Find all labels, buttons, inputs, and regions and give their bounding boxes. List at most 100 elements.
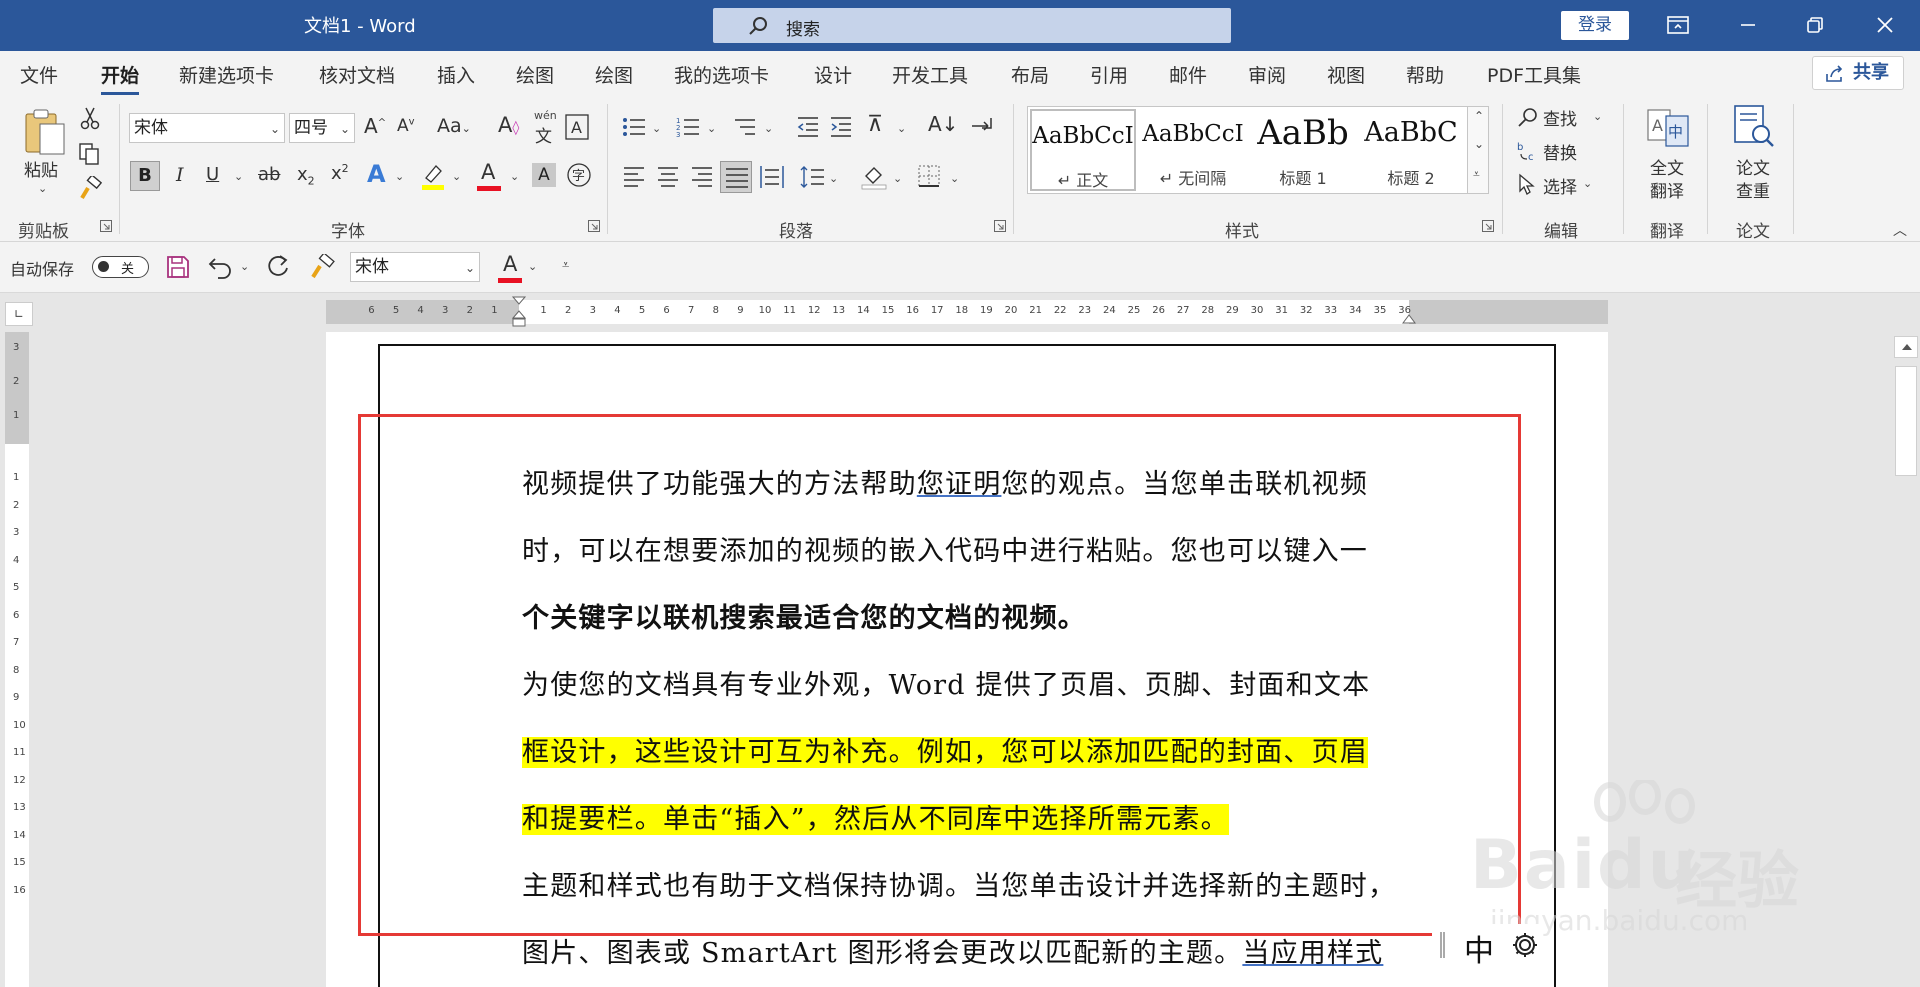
login-button[interactable]: 登录	[1561, 11, 1629, 40]
scroll-thumb[interactable]	[1895, 366, 1917, 476]
right-indent-marker-icon[interactable]	[1402, 312, 1416, 324]
tab-insert[interactable]: 插入	[437, 61, 475, 88]
document-line-8[interactable]: 图片、图表或 SmartArt 图形将会更改以匹配新的主题。当应用样式	[522, 931, 1422, 970]
restore-button[interactable]	[1800, 10, 1830, 40]
vertical-ruler[interactable]: 3 2 1 1 2 3 4 5 6 7 8 9 10 11 12 13 14 15 16	[5, 332, 29, 987]
chinese-layout-dropdown-icon[interactable]: ⌄	[897, 122, 906, 135]
font-name-select[interactable]: 宋体 ⌄	[129, 113, 285, 143]
tab-help[interactable]: 帮助	[1406, 61, 1444, 88]
character-shading-icon[interactable]: A	[532, 163, 556, 187]
ime-mode-toggle[interactable]: 中	[1464, 926, 1494, 970]
bullets-dropdown-icon[interactable]: ⌄	[652, 122, 661, 135]
select-cursor-icon[interactable]	[1517, 173, 1537, 195]
underline-button[interactable]: U	[206, 164, 219, 185]
styles-more-icon[interactable]: ⩡	[1473, 167, 1480, 182]
tab-draw-2[interactable]: 绘图	[595, 61, 633, 88]
text-effects-dropdown-icon[interactable]: ⌄	[395, 170, 404, 183]
style-heading-1[interactable]: AaBb 标题 1	[1250, 109, 1356, 191]
increase-font-size-icon[interactable]: A^	[364, 114, 386, 138]
borders-dropdown-icon[interactable]: ⌄	[950, 172, 959, 185]
undo-icon[interactable]	[208, 255, 234, 279]
format-painter-qat-icon[interactable]	[309, 254, 335, 280]
tab-selector[interactable]: ∟	[5, 302, 33, 326]
customize-qat-icon[interactable]: ⩡	[562, 258, 569, 273]
underline-dropdown-icon[interactable]: ⌄	[234, 170, 243, 183]
tab-file[interactable]: 文件	[20, 61, 58, 88]
line-spacing-dropdown-icon[interactable]: ⌄	[829, 172, 838, 185]
indent-markers-icon[interactable]	[512, 296, 526, 328]
paste-dropdown-chevron-icon[interactable]: ⌄	[38, 182, 47, 195]
gear-icon[interactable]	[1510, 930, 1540, 960]
search-box[interactable]: 搜索	[713, 8, 1231, 43]
tab-my-tab[interactable]: 我的选项卡	[674, 61, 769, 88]
chinese-layout-icon[interactable]: ⊼	[867, 112, 883, 137]
style-normal[interactable]: AaBbCcI ↵ 正文	[1030, 109, 1136, 191]
increase-indent-icon[interactable]	[829, 116, 853, 138]
text-effects-icon[interactable]: A	[367, 160, 386, 188]
align-right-icon[interactable]	[690, 166, 714, 188]
numbering-dropdown-icon[interactable]: ⌄	[707, 122, 716, 135]
select-label[interactable]: 选择	[1543, 173, 1577, 198]
italic-button[interactable]: I	[176, 164, 184, 186]
autosave-toggle[interactable]: 关	[92, 256, 149, 278]
borders-icon[interactable]	[917, 164, 941, 188]
redo-icon[interactable]	[265, 254, 291, 280]
close-button[interactable]	[1870, 10, 1900, 40]
save-icon[interactable]	[166, 255, 190, 279]
styles-scroll-down-icon[interactable]: ⌄	[1474, 137, 1484, 151]
qat-font-color-button[interactable]: A	[498, 252, 522, 284]
ribbon-display-options-button[interactable]	[1663, 10, 1693, 40]
font-size-select[interactable]: 四号 ⌄	[289, 113, 355, 143]
vertical-scrollbar[interactable]	[1892, 332, 1920, 987]
translate-icon[interactable]: A中	[1646, 106, 1690, 150]
clear-formatting-icon[interactable]: A◊	[498, 113, 519, 137]
font-launcher-icon[interactable]	[588, 220, 600, 232]
format-painter-icon[interactable]	[78, 176, 102, 200]
copy-icon[interactable]	[78, 142, 100, 166]
tab-pdf-tools[interactable]: PDF工具集	[1487, 61, 1581, 88]
align-center-icon[interactable]	[656, 166, 680, 188]
justify-button[interactable]	[720, 161, 752, 193]
line-spacing-icon[interactable]	[799, 165, 825, 189]
align-left-icon[interactable]	[622, 166, 646, 188]
highlight-dropdown-icon[interactable]: ⌄	[452, 170, 461, 183]
tab-new-tab[interactable]: 新建选项卡	[179, 61, 274, 88]
tab-check-document[interactable]: 核对文档	[319, 61, 395, 88]
tab-layout[interactable]: 布局	[1011, 61, 1049, 88]
style-no-spacing[interactable]: AaBbCcI ↵ 无间隔	[1140, 109, 1246, 191]
tab-mailings[interactable]: 邮件	[1169, 61, 1207, 88]
minimize-button[interactable]	[1733, 10, 1763, 40]
tab-references[interactable]: 引用	[1090, 61, 1128, 88]
font-color-dropdown-icon[interactable]: ⌄	[510, 170, 519, 183]
tab-draw-1[interactable]: 绘图	[516, 61, 554, 88]
tab-home[interactable]: 开始	[101, 61, 140, 95]
bold-button[interactable]: B	[130, 161, 160, 191]
find-dropdown-icon[interactable]: ⌄	[1593, 110, 1602, 123]
share-button[interactable]: 共享	[1812, 56, 1904, 90]
character-border-icon[interactable]: A	[565, 114, 589, 140]
strikethrough-button[interactable]: ab	[258, 164, 280, 185]
change-case-icon[interactable]: Aa⌄	[437, 115, 471, 137]
shading-icon[interactable]	[860, 162, 888, 190]
multilevel-dropdown-icon[interactable]: ⌄	[764, 122, 773, 135]
font-color-button[interactable]: A	[477, 160, 501, 192]
tab-developer[interactable]: 开发工具	[892, 61, 968, 88]
cut-icon[interactable]	[80, 106, 100, 130]
paste-icon[interactable]	[20, 106, 70, 156]
bullets-icon[interactable]	[622, 116, 646, 138]
thesis-check-icon[interactable]	[1731, 104, 1777, 150]
find-label[interactable]: 查找	[1543, 105, 1577, 130]
collapse-ribbon-icon[interactable]: ︿	[1893, 220, 1907, 240]
distributed-alignment-icon[interactable]	[759, 165, 785, 189]
ime-grip-handle[interactable]	[1440, 932, 1445, 958]
subscript-button[interactable]: x2	[297, 164, 315, 188]
thesis-label-1[interactable]: 论文	[1736, 154, 1770, 179]
paragraph-launcher-icon[interactable]	[994, 220, 1006, 232]
translate-label-2[interactable]: 翻译	[1650, 177, 1684, 202]
scroll-up-button[interactable]	[1894, 336, 1918, 358]
clipboard-launcher-icon[interactable]	[100, 220, 112, 232]
thesis-label-2[interactable]: 查重	[1736, 177, 1770, 202]
style-heading-2[interactable]: AaBbC 标题 2	[1358, 109, 1464, 191]
replace-label[interactable]: 替换	[1543, 139, 1577, 164]
styles-launcher-icon[interactable]	[1482, 220, 1494, 232]
